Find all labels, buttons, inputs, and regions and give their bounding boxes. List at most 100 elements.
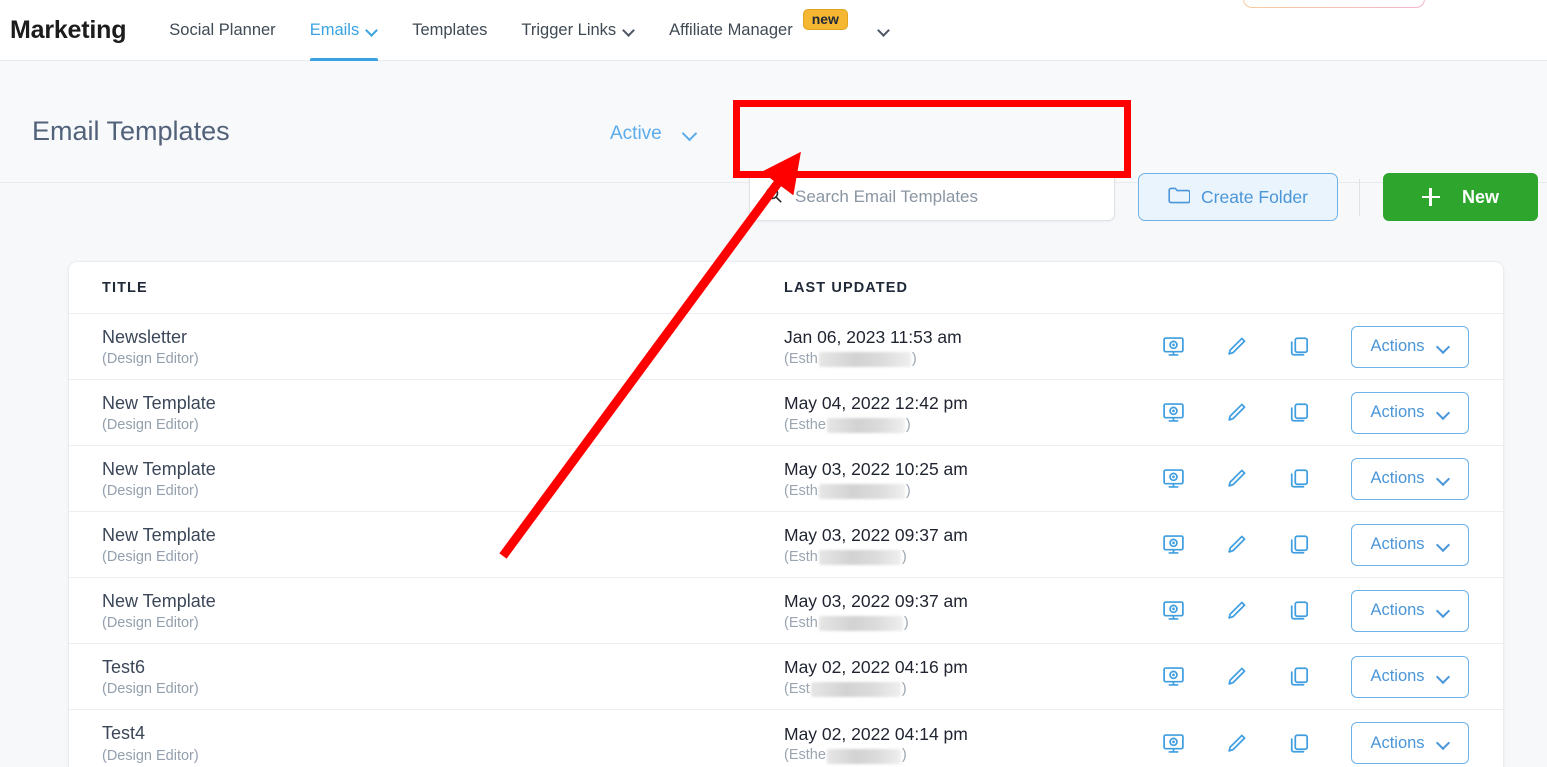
duplicate-copy-icon[interactable] (1288, 599, 1311, 622)
cell-actions: Actions (1162, 722, 1503, 764)
new-template-button[interactable]: New (1383, 173, 1538, 221)
author-prefix: (Est (784, 681, 810, 697)
column-header-title: TITLE (69, 280, 784, 296)
table-header-row: TITLE LAST UPDATED (69, 262, 1503, 314)
chevron-down-icon (1438, 539, 1450, 551)
actions-label: Actions (1370, 667, 1424, 686)
author-suffix: ) (912, 351, 917, 367)
toolbar-divider (1359, 179, 1360, 216)
preview-monitor-icon[interactable] (1162, 335, 1185, 358)
preview-monitor-icon[interactable] (1162, 732, 1185, 755)
actions-label: Actions (1370, 535, 1424, 554)
actions-dropdown-button[interactable]: Actions (1351, 326, 1469, 368)
search-input[interactable] (795, 187, 1100, 207)
nav-item-emails[interactable]: Emails (293, 0, 396, 61)
chevron-down-icon (624, 25, 635, 36)
plus-icon (1422, 188, 1440, 206)
table-row[interactable]: Test6 (Design Editor)May 02, 2022 04:16 p… (69, 644, 1503, 710)
template-editor-type: (Design Editor) (102, 681, 784, 697)
template-title[interactable]: Newsletter (102, 326, 784, 349)
author-prefix: (Esth (784, 351, 818, 367)
actions-dropdown-button[interactable]: Actions (1351, 458, 1469, 500)
cell-last-updated: May 02, 2022 04:16 pm(Est) (784, 656, 1134, 697)
template-title[interactable]: New Template (102, 392, 784, 415)
author-prefix: (Esthe (784, 417, 826, 433)
actions-label: Actions (1370, 469, 1424, 488)
status-badge-new: new (803, 9, 848, 30)
table-row[interactable]: New Template(Design Editor)May 03, 2022 … (69, 446, 1503, 512)
template-title[interactable]: Test6 (102, 656, 784, 679)
nav-overflow-button[interactable] (865, 0, 904, 61)
preview-monitor-icon[interactable] (1162, 665, 1185, 688)
search-icon (764, 185, 783, 209)
template-editor-type: (Design Editor) (102, 549, 784, 565)
edit-pencil-icon[interactable] (1225, 599, 1248, 622)
duplicate-copy-icon[interactable] (1288, 665, 1311, 688)
table-row[interactable]: New Template(Design Editor)May 03, 2022 … (69, 578, 1503, 644)
actions-dropdown-button[interactable]: Actions (1351, 722, 1469, 764)
duplicate-copy-icon[interactable] (1288, 335, 1311, 358)
edit-pencil-icon[interactable] (1225, 732, 1248, 755)
template-title[interactable]: Test4 (102, 722, 784, 745)
cell-actions: Actions (1162, 590, 1503, 632)
actions-label: Actions (1370, 403, 1424, 422)
search-box[interactable] (749, 173, 1115, 221)
template-title[interactable]: New Template (102, 590, 784, 613)
duplicate-copy-icon[interactable] (1288, 401, 1311, 424)
nav-item-trigger-links[interactable]: Trigger Links (504, 0, 652, 61)
actions-dropdown-button[interactable]: Actions (1351, 392, 1469, 434)
author-suffix: ) (902, 681, 907, 697)
table-row[interactable]: New Template(Design Editor)May 04, 2022 … (69, 380, 1503, 446)
edit-pencil-icon[interactable] (1225, 335, 1248, 358)
duplicate-copy-icon[interactable] (1288, 732, 1311, 755)
last-updated-author: (Esth) (784, 351, 1134, 367)
preview-monitor-icon[interactable] (1162, 467, 1185, 490)
author-redacted (819, 616, 903, 631)
author-redacted (827, 749, 901, 764)
chevron-down-icon (1438, 671, 1450, 683)
edit-pencil-icon[interactable] (1225, 533, 1248, 556)
cell-actions: Actions (1162, 326, 1503, 368)
page-root: Marketing Social Planner Emails Template… (0, 0, 1547, 767)
cell-actions: Actions (1162, 524, 1503, 566)
actions-dropdown-button[interactable]: Actions (1351, 590, 1469, 632)
status-filter-label: Active (610, 123, 662, 145)
duplicate-copy-icon[interactable] (1288, 467, 1311, 490)
table-row[interactable]: Test4(Design Editor)May 02, 2022 04:14 p… (69, 710, 1503, 767)
template-title[interactable]: New Template (102, 458, 784, 481)
last-updated-timestamp: May 03, 2022 09:37 am (784, 524, 1134, 547)
create-folder-button[interactable]: Create Folder (1138, 173, 1338, 221)
edit-pencil-icon[interactable] (1225, 401, 1248, 424)
last-updated-timestamp: May 03, 2022 09:37 am (784, 590, 1134, 613)
nav-item-social-planner[interactable]: Social Planner (152, 0, 292, 61)
preview-monitor-icon[interactable] (1162, 533, 1185, 556)
template-title[interactable]: New Template (102, 524, 784, 547)
cell-title: Test6 (Design Editor) (69, 656, 784, 698)
actions-label: Actions (1370, 601, 1424, 620)
nav-item-templates[interactable]: Templates (395, 0, 504, 61)
chevron-down-icon (1438, 605, 1450, 617)
top-navigation-bar: Marketing Social Planner Emails Template… (0, 0, 1547, 61)
author-prefix: (Esth (784, 615, 818, 631)
table-row[interactable]: New Template (Design Editor)May 03, 2022 … (69, 512, 1503, 578)
top-right-promo-pill[interactable] (1243, 0, 1425, 8)
last-updated-timestamp: May 02, 2022 04:14 pm (784, 723, 1134, 746)
status-filter-dropdown[interactable]: Active (610, 123, 698, 145)
last-updated-author: (Esth) (784, 615, 1134, 631)
preview-monitor-icon[interactable] (1162, 401, 1185, 424)
nav-item-affiliate-manager[interactable]: Affiliate Manager new (652, 0, 865, 61)
edit-pencil-icon[interactable] (1225, 467, 1248, 490)
templates-table-card: TITLE LAST UPDATED Newsletter(Design Edi… (68, 261, 1504, 767)
actions-dropdown-button[interactable]: Actions (1351, 524, 1469, 566)
cell-actions: Actions (1162, 656, 1503, 698)
table-row[interactable]: Newsletter(Design Editor)Jan 06, 2023 11… (69, 314, 1503, 380)
folder-icon (1168, 186, 1190, 209)
edit-pencil-icon[interactable] (1225, 665, 1248, 688)
duplicate-copy-icon[interactable] (1288, 533, 1311, 556)
nav-item-label: Templates (412, 21, 487, 40)
nav-item-label: Emails (310, 21, 360, 40)
preview-monitor-icon[interactable] (1162, 599, 1185, 622)
actions-label: Actions (1370, 337, 1424, 356)
actions-dropdown-button[interactable]: Actions (1351, 656, 1469, 698)
page-header: Email Templates Active Create Folder (0, 61, 1547, 183)
